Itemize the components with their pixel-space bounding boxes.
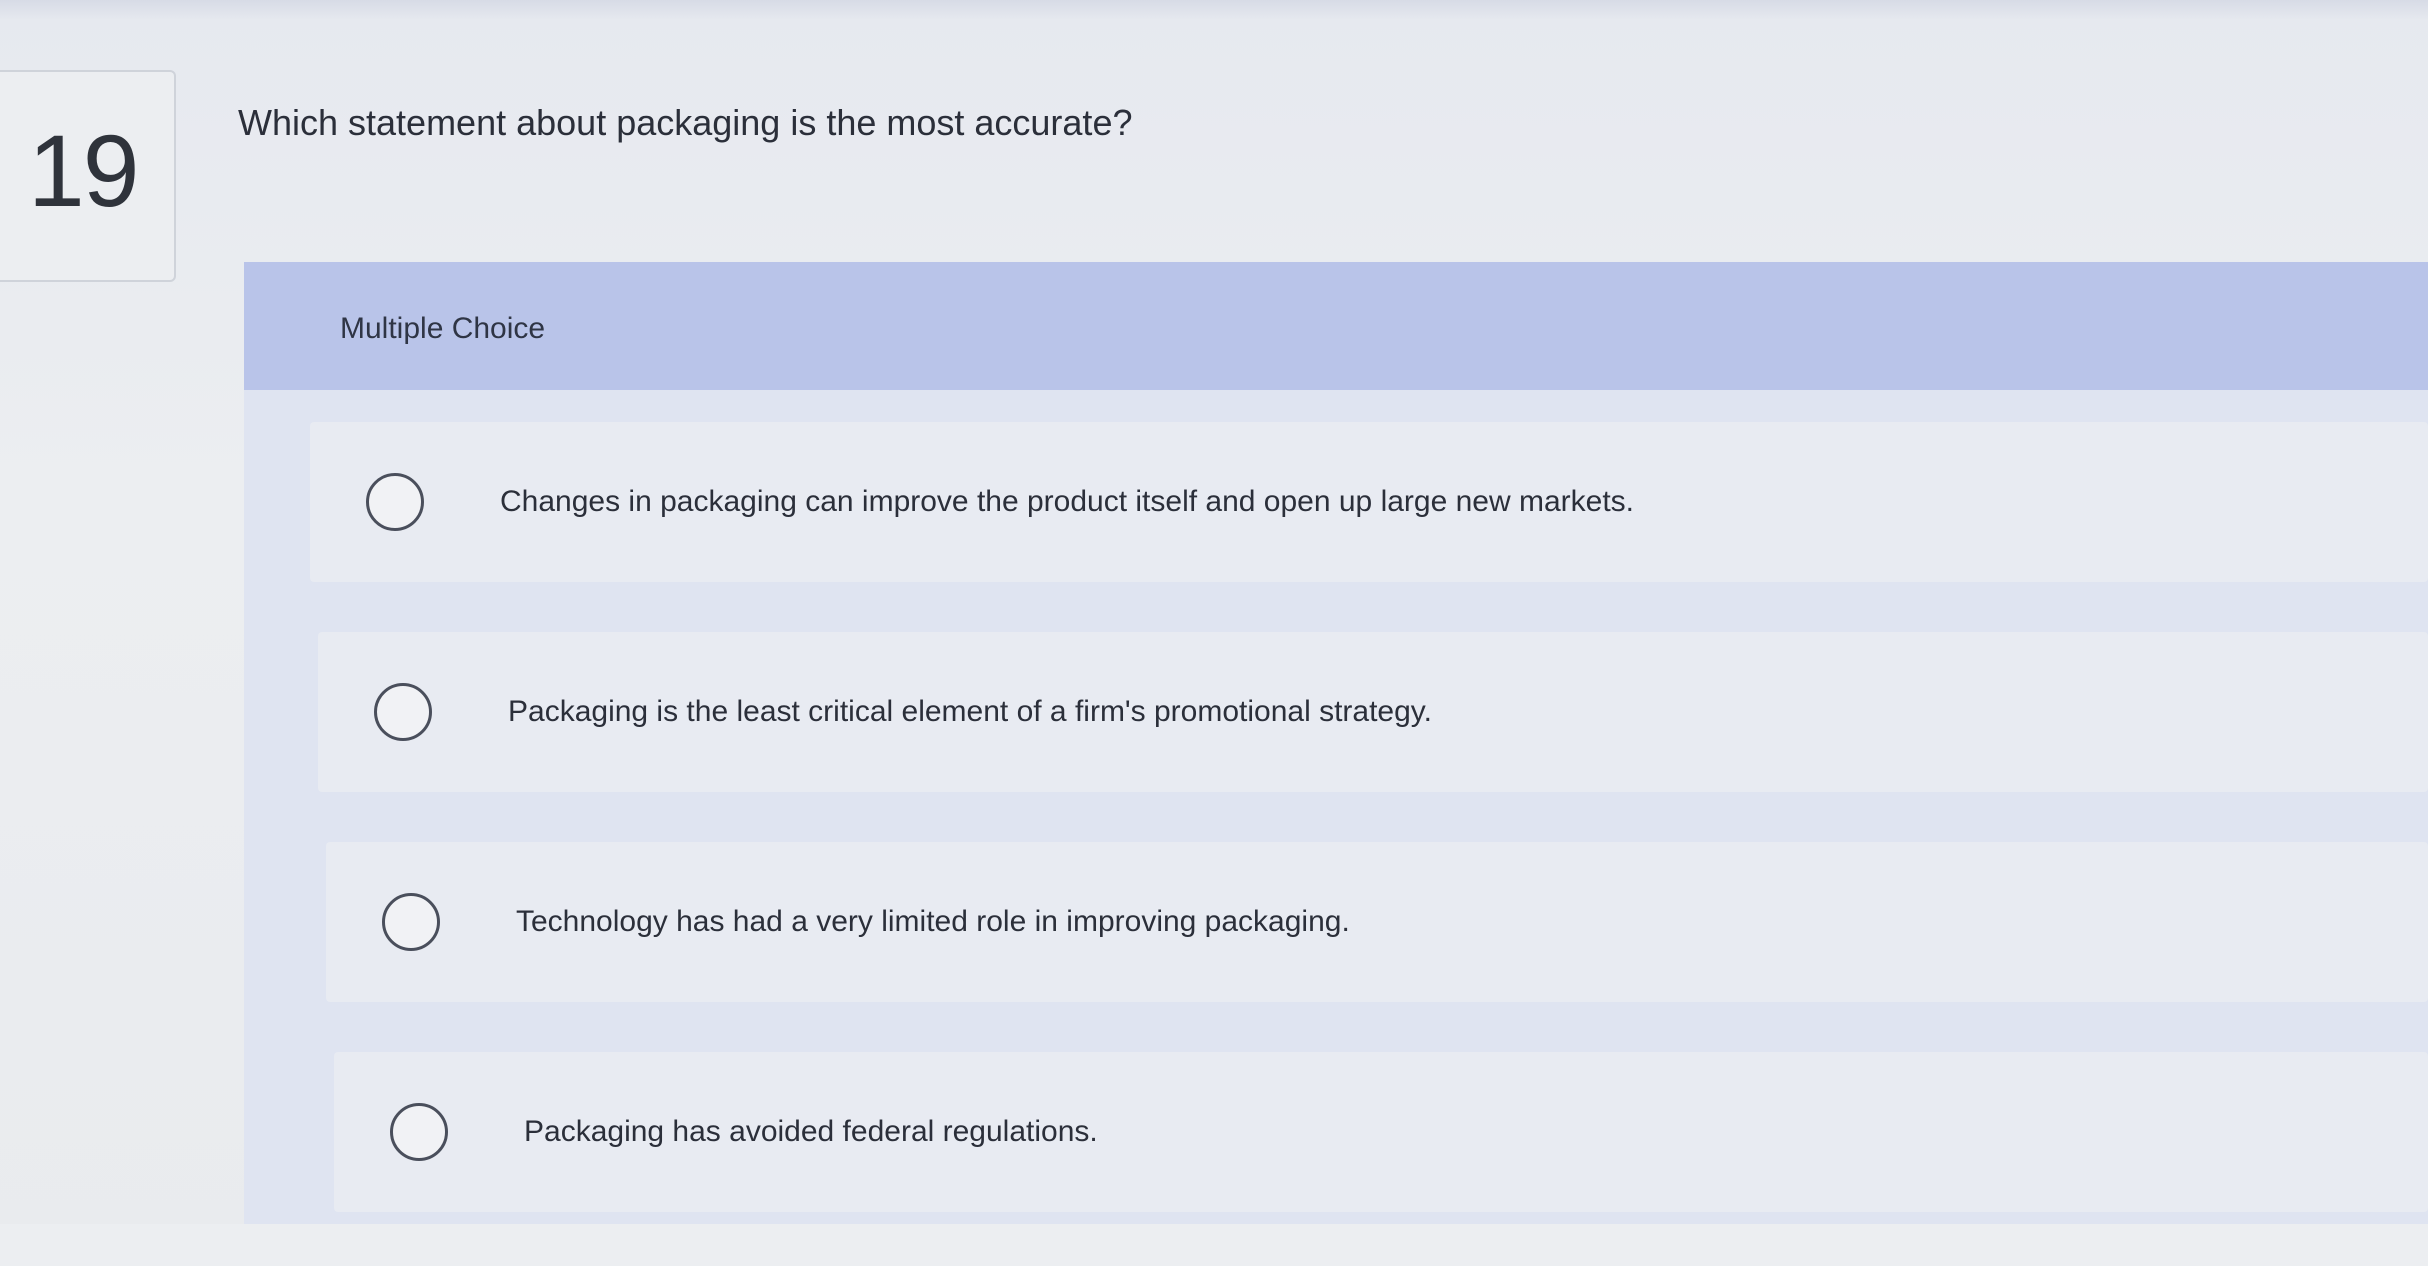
- question-number: 19: [28, 114, 139, 228]
- radio-button[interactable]: [382, 893, 440, 951]
- radio-button[interactable]: [366, 473, 424, 531]
- answer-option[interactable]: Changes in packaging can improve the pro…: [310, 422, 2428, 582]
- question-type-label: Multiple Choice: [340, 312, 546, 345]
- radio-button[interactable]: [374, 683, 432, 741]
- radio-button[interactable]: [390, 1103, 448, 1161]
- question-prompt: Which statement about packaging is the m…: [238, 102, 1133, 143]
- bottom-strip: [0, 1224, 2428, 1266]
- answer-option-label: Changes in packaging can improve the pro…: [500, 485, 1635, 518]
- answer-option-label: Technology has had a very limited role i…: [516, 905, 1350, 938]
- top-strip: [0, 0, 2428, 20]
- answer-option[interactable]: Packaging is the least critical element …: [318, 632, 2428, 792]
- answer-option-label: Packaging has avoided federal regulation…: [524, 1115, 1098, 1148]
- panel-header: Multiple Choice: [244, 262, 2428, 390]
- answer-option[interactable]: Technology has had a very limited role i…: [326, 842, 2428, 1002]
- answer-option-label: Packaging is the least critical element …: [508, 695, 1432, 728]
- answer-option[interactable]: Packaging has avoided federal regulation…: [334, 1052, 2428, 1212]
- answer-panel: Multiple Choice Changes in packaging can…: [244, 262, 2428, 1266]
